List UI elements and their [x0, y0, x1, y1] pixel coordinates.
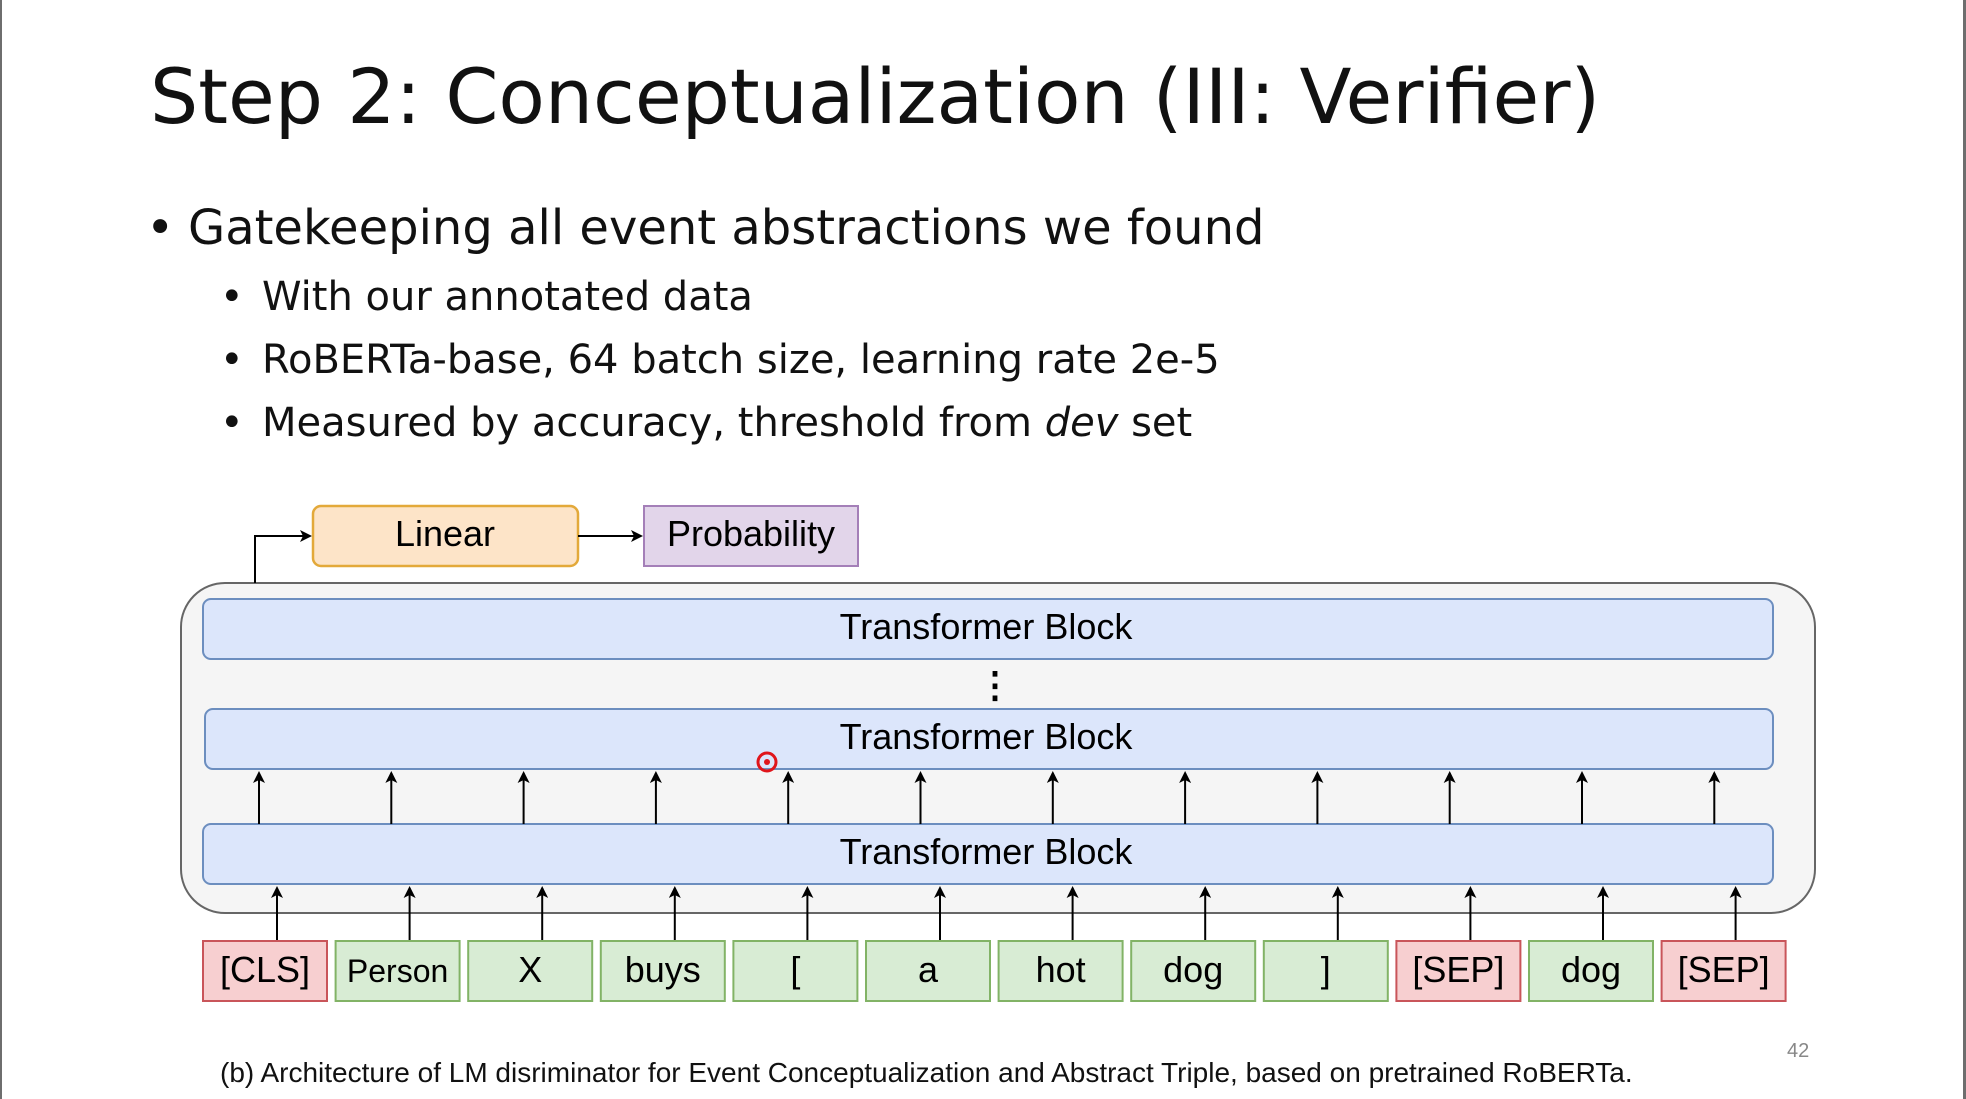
- token-box: [SEP]: [1660, 940, 1787, 1002]
- token-box: dog: [1130, 940, 1257, 1002]
- transformer-block-middle-label: Transformer Block: [840, 716, 1134, 757]
- token-label: [SEP]: [1412, 949, 1504, 990]
- token-box: X: [467, 940, 594, 1002]
- token-box: hot: [997, 940, 1124, 1002]
- probability-label: Probability: [667, 513, 835, 554]
- token-label: Person: [347, 953, 448, 989]
- token-label: a: [918, 949, 939, 990]
- token-label: ]: [1321, 949, 1331, 990]
- token-label: dog: [1561, 949, 1621, 990]
- token-label: X: [518, 949, 542, 990]
- token-box: ]: [1262, 940, 1389, 1002]
- token-box: [CLS]: [202, 940, 328, 1002]
- transformer-block-top-label: Transformer Block: [840, 606, 1134, 647]
- token-label: hot: [1036, 949, 1086, 990]
- transformer-block-bottom-label: Transformer Block: [840, 831, 1134, 872]
- token-label: [: [790, 949, 800, 990]
- token-box: [SEP]: [1395, 940, 1522, 1002]
- token-label: dog: [1163, 949, 1223, 990]
- token-box: [: [732, 940, 859, 1002]
- token-label: [SEP]: [1678, 949, 1770, 990]
- linear-label: Linear: [395, 513, 495, 554]
- laser-pointer-core: [764, 759, 770, 765]
- token-box: buys: [599, 940, 726, 1002]
- token-box: dog: [1528, 940, 1654, 1002]
- vertical-ellipsis: ⋮: [977, 664, 1013, 705]
- token-label: [CLS]: [220, 949, 310, 990]
- token-box: Person: [334, 940, 461, 1002]
- page-number: 42: [1787, 1040, 1810, 1062]
- cls-to-linear-arrow: [254, 530, 312, 583]
- slide: Step 2: Conceptualization (III: Verifier…: [0, 0, 1966, 1099]
- token-row: [CLS] Person Xbuys [ a hot dog] [SEP] dog [SEP]: [202, 940, 1787, 1002]
- token-box: a: [865, 940, 991, 1002]
- figure-caption: (b) Architecture of LM disriminator for …: [220, 1057, 1633, 1088]
- architecture-diagram: Linear Probability Transformer Block ⋮ T…: [180, 504, 1816, 1002]
- token-label: buys: [625, 949, 701, 990]
